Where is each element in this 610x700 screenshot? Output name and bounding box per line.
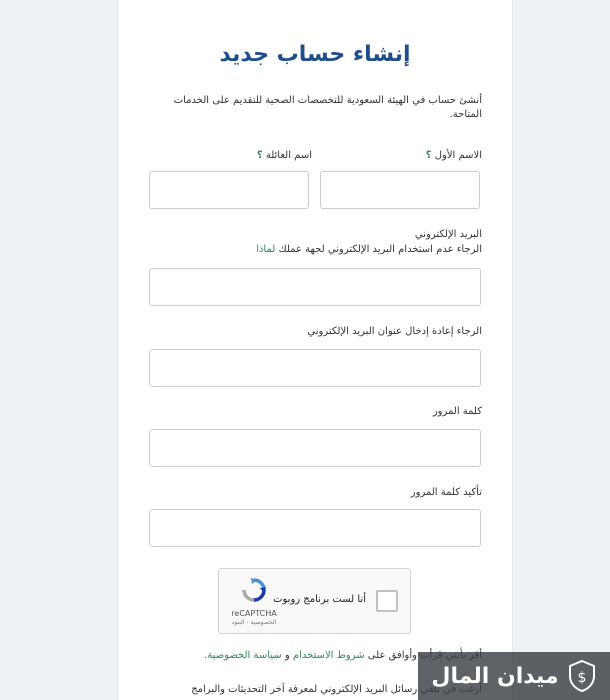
terms-and: و (284, 650, 290, 661)
email-why-link[interactable]: لماذا (256, 244, 275, 255)
email-confirm-label: الرجاء إعادة إدخال عنوان البريد الإلكترو… (307, 326, 482, 337)
email-hint-text: الرجاء عدم استخدام البريد الإلكتروني لجه… (278, 244, 483, 255)
recaptcha-privacy-terms[interactable]: الخصوصية - البنود (227, 619, 281, 626)
intro-text: أنشئ حساب في الهيئة السعودية للتخصصات ال… (173, 95, 482, 120)
recaptcha-label: أنا لست برنامج روبوت (273, 594, 366, 605)
recaptcha-logo: reCAPTCHA الخصوصية - البنود (227, 577, 281, 626)
recaptcha-checkbox[interactable] (376, 590, 398, 612)
password-confirm-input[interactable] (149, 509, 481, 547)
page-title: إنشاء حساب جديد (219, 42, 411, 67)
recaptcha-widget: أنا لست برنامج روبوت reCAPTCHA الخصوصية … (218, 568, 411, 634)
registration-card: إنشاء حساب جديد أنشئ حساب في الهيئة السع… (117, 0, 513, 700)
last-name-label-row: اسم العائلة ؟ (257, 150, 312, 161)
email-hint: الرجاء عدم استخدام البريد الإلكتروني لجه… (256, 244, 482, 255)
password-input[interactable] (149, 429, 481, 467)
terms-of-use-link[interactable]: شروط الاستخدام (293, 650, 365, 661)
last-name-label: اسم العائلة (265, 150, 312, 161)
last-name-help-icon[interactable]: ؟ (257, 150, 263, 161)
password-confirm-label: تأكيد كلمة المرور (410, 487, 482, 498)
first-name-label: الاسم الأول (434, 150, 482, 161)
email-label: البريد الإلكتروني (414, 229, 482, 240)
recaptcha-icon (242, 578, 266, 602)
last-name-input[interactable] (149, 171, 309, 209)
first-name-label-row: الاسم الأول ؟ (426, 150, 482, 161)
svg-text:$: $ (577, 670, 586, 686)
email-confirm-input[interactable] (149, 349, 481, 387)
watermark-text: ميدان المال (431, 663, 559, 689)
shield-dollar-icon: $ (568, 659, 595, 693)
first-name-help-icon[interactable]: ؟ (426, 150, 432, 161)
recaptcha-brand: reCAPTCHA (231, 609, 277, 618)
password-label: كلمة المرور (432, 406, 482, 417)
privacy-policy-link[interactable]: سياسة الخصوصية. (204, 650, 282, 661)
watermark-logo: ميدان المال $ (418, 652, 610, 700)
first-name-input[interactable] (320, 171, 480, 209)
email-input[interactable] (149, 268, 481, 306)
